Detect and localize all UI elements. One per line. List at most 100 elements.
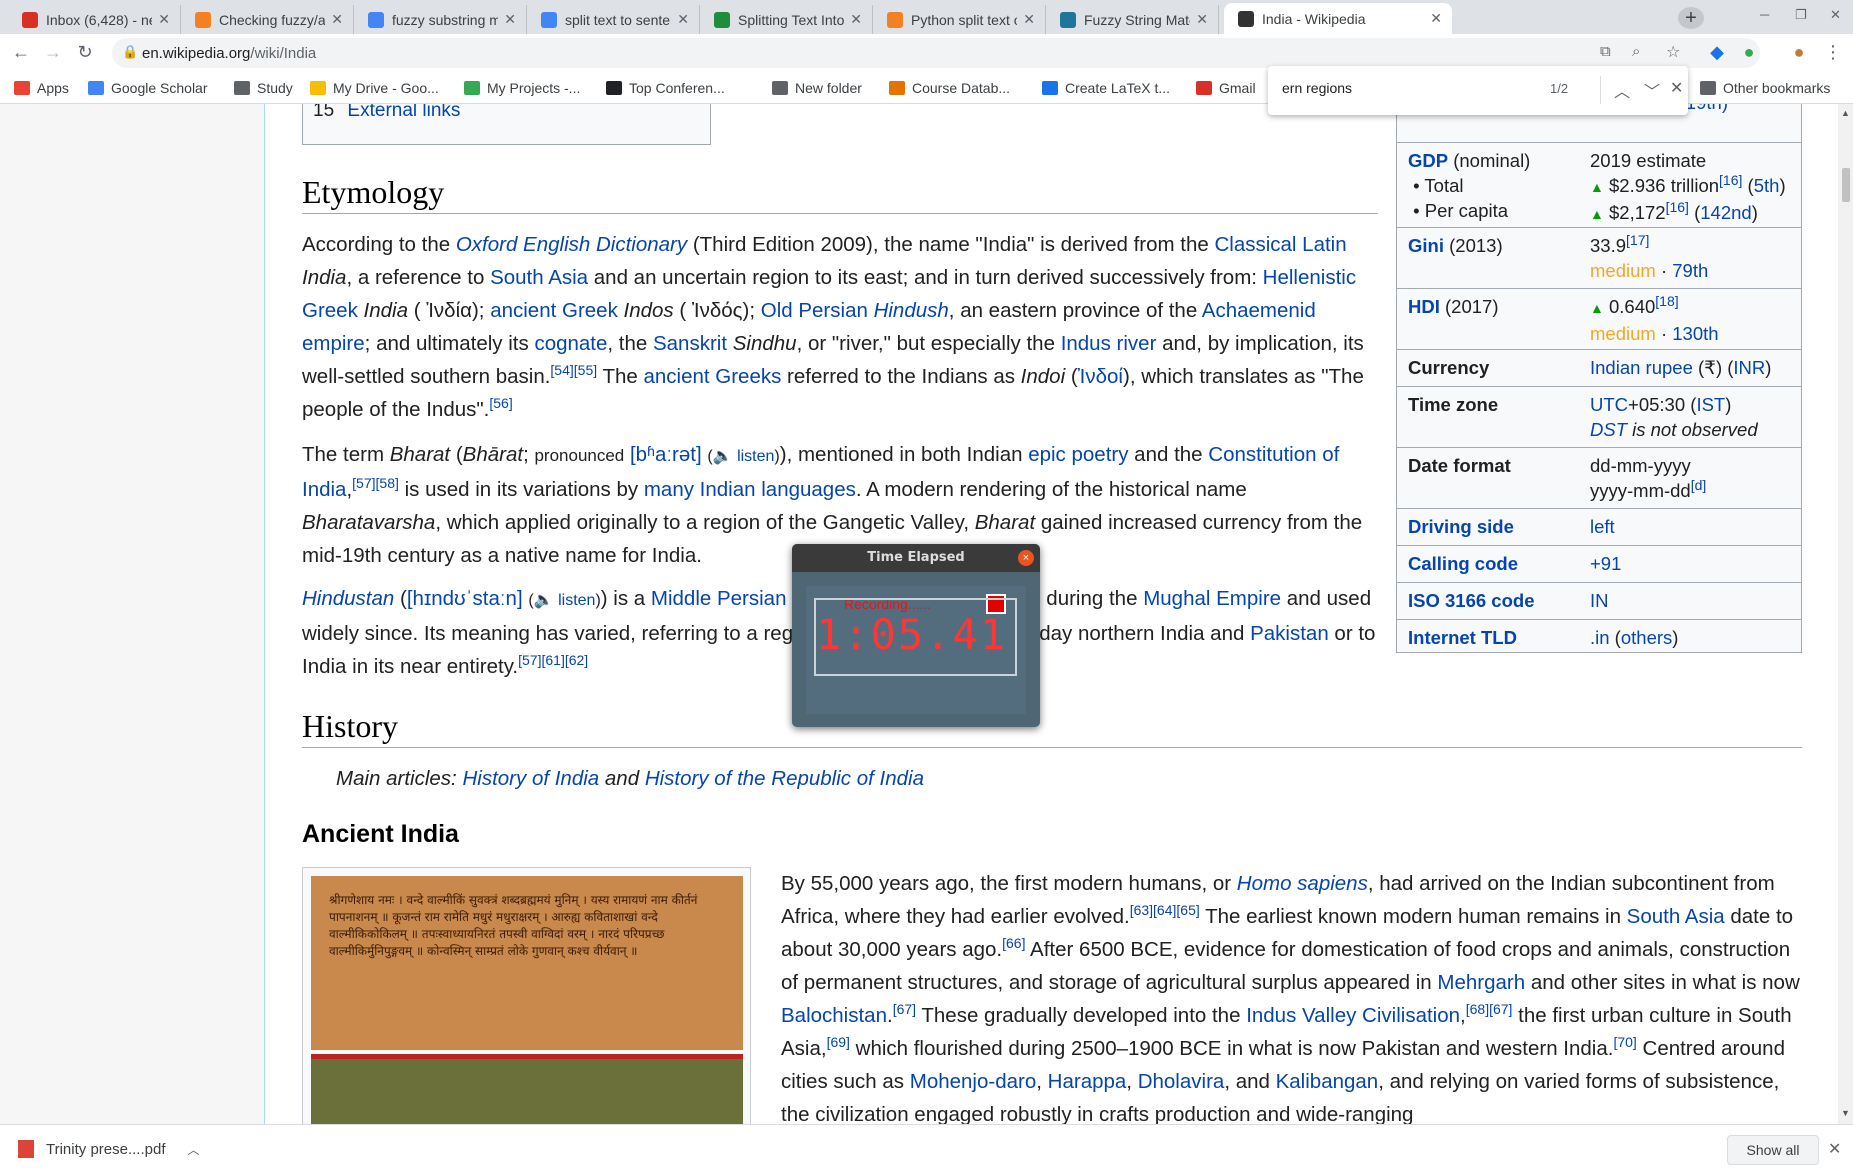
bookmark-icon (1042, 81, 1058, 95)
tab-strip: Inbox (6,428) - neeruc✕Checking fuzzy/ap… (0, 0, 1853, 34)
tab-6[interactable]: Python split text on s ✕ (873, 5, 1046, 34)
tab-5[interactable]: Splitting Text Into Se ✕ (700, 5, 873, 34)
bookmark-7[interactable]: New folder (772, 80, 862, 96)
menu-icon[interactable]: ⋮ (1822, 42, 1844, 63)
bookmark-2[interactable]: Google Scholar (88, 80, 208, 96)
show-all-button[interactable]: Show all (1727, 1135, 1819, 1165)
bookmark-star-icon[interactable]: ☆ (1666, 42, 1680, 62)
tab-2[interactable]: Checking fuzzy/appr ✕ (181, 5, 354, 34)
find-match-count: 1/2 (1550, 81, 1569, 96)
infobox-row: Currency Indian rupee (₹) (INR) (1397, 349, 1801, 386)
infobox-row: ISO 3166 code IN (1397, 582, 1801, 619)
find-prev-icon[interactable]: ︿ (1614, 78, 1630, 102)
infobox: • Per capita▲ $8,378 (119th)GDP (nominal… (1396, 104, 1802, 653)
infobox-label: Gini (2013) (1408, 235, 1503, 256)
tab-7[interactable]: Fuzzy String Matchin ✕ (1046, 5, 1219, 34)
tab-close-icon[interactable]: ✕ (504, 11, 516, 28)
infobox-row: Date format dd-mm-yyyy yyyy-mm-dd[d] (1397, 447, 1801, 508)
close-downloads-icon[interactable]: ✕ (1828, 1139, 1841, 1159)
find-next-icon[interactable]: ﹀ (1644, 78, 1660, 102)
back-icon[interactable]: ← (10, 42, 32, 63)
bookmark-6[interactable]: Top Conferen... (606, 80, 725, 96)
tab-title: Splitting Text Into Se (738, 11, 845, 28)
tab-close-icon[interactable]: ✕ (1023, 11, 1035, 28)
infobox-label: Driving side (1408, 516, 1514, 537)
infobox-value: UTC+05:30 (IST) DST is not observed (1590, 394, 1758, 440)
infobox-value: 2019 estimate ▲ $2.936 trillion[16] (5th)… (1590, 150, 1786, 223)
scroll-down-icon[interactable]: ▼ (1841, 1108, 1850, 1118)
tab-3[interactable]: fuzzy substring matc ✕ (354, 5, 527, 34)
find-input[interactable]: ern regions (1282, 80, 1352, 96)
minimize-icon[interactable]: ─ (1760, 7, 1769, 22)
bookmark-11[interactable]: Other bookmarks (1700, 80, 1830, 96)
manuscript-image[interactable]: श्रीगणेशाय नमः । वन्दे वाल्मीकिं सुवक्त्… (302, 867, 751, 1124)
bookmark-icon (464, 81, 480, 95)
find-separator (1600, 76, 1601, 104)
history-heading: History (302, 708, 1802, 748)
tab-title: Fuzzy String Matchin (1084, 11, 1190, 28)
timer-close-icon[interactable]: × (1018, 550, 1034, 566)
site-icon (714, 11, 730, 28)
zoom-icon[interactable]: ⌕ (1632, 43, 1640, 60)
tab-8[interactable]: India - Wikipedia ✕ (1224, 3, 1452, 34)
reload-icon[interactable]: ↻ (74, 42, 96, 63)
find-bar: ern regions 1/2 ︿ ﹀ ✕ (1268, 66, 1688, 115)
ancient-india-heading: Ancient India (302, 820, 459, 848)
stackoverflow-icon (195, 11, 211, 28)
maximize-icon[interactable]: ❐ (1795, 7, 1807, 23)
forward-icon[interactable]: → (42, 42, 64, 63)
tab-4[interactable]: split text to sentence ✕ (527, 5, 700, 34)
bookmark-4[interactable]: My Drive - Goo... (310, 80, 439, 96)
scroll-up-icon[interactable]: ▲ (1841, 108, 1850, 118)
bookmark-label: My Projects -... (487, 80, 581, 96)
tab-title: Checking fuzzy/appr (219, 11, 326, 28)
infobox-row: Driving side left (1397, 508, 1801, 545)
time-elapsed-window[interactable]: Time Elapsed × Recording...... 1:05.41 (792, 544, 1040, 727)
bookmark-label: Create LaTeX t... (1065, 80, 1171, 96)
url-domain: en.wikipedia.org (142, 45, 251, 62)
download-item[interactable]: Trinity prese....pdf ︿ (18, 1140, 200, 1158)
infobox-label: ISO 3166 code (1408, 590, 1535, 611)
bookmark-10[interactable]: Gmail (1196, 80, 1256, 96)
toc-link-external-links[interactable]: External links (347, 104, 460, 121)
tab-close-icon[interactable]: ✕ (331, 11, 343, 28)
new-tab-button[interactable]: + (1678, 7, 1704, 29)
tab-close-icon[interactable]: ✕ (1196, 11, 1208, 28)
page-scrollbar[interactable]: ▲ ▼ (1838, 104, 1853, 1124)
bookmark-8[interactable]: Course Datab... (889, 80, 1010, 96)
extension-icon[interactable]: ◆ (1706, 42, 1728, 63)
tab-1[interactable]: Inbox (6,428) - neeruc ✕ (8, 5, 181, 34)
infobox-label: Time zone (1408, 394, 1499, 415)
tab-close-icon[interactable]: ✕ (158, 11, 170, 28)
bookmark-label: Study (257, 80, 293, 96)
find-in-page-icon[interactable]: ⧉ (1600, 43, 1611, 60)
bookmark-9[interactable]: Create LaTeX t... (1042, 80, 1170, 96)
pdf-icon (18, 1140, 34, 1158)
page-content: 15 External links Etymology According to… (0, 104, 1853, 1124)
bookmark-1[interactable]: Apps (14, 80, 69, 96)
find-close-icon[interactable]: ✕ (1670, 78, 1683, 98)
infobox-value: ▲ 0.640[18] medium · 130th (1590, 292, 1719, 344)
bookmark-3[interactable]: Study (234, 80, 293, 96)
google-icon (541, 11, 557, 28)
bookmark-label: Course Datab... (912, 80, 1011, 96)
scroll-thumb[interactable] (1842, 168, 1850, 202)
bookmark-label: My Drive - Goo... (333, 80, 439, 96)
infobox-row: Calling code +91 (1397, 545, 1801, 582)
avatar[interactable]: ● (1788, 42, 1810, 63)
tab-close-icon[interactable]: ✕ (850, 11, 862, 28)
tab-close-icon[interactable]: ✕ (1430, 10, 1442, 27)
close-window-icon[interactable]: ✕ (1830, 7, 1841, 23)
infobox-value: 33.9[17] medium · 79th (1590, 231, 1709, 281)
bookmark-label: Other bookmarks (1723, 80, 1831, 96)
grammarly-icon[interactable]: ● (1738, 42, 1760, 63)
infobox-value: IN (1590, 590, 1609, 611)
url-path: /wiki/India (250, 45, 317, 62)
chevron-up-icon[interactable]: ︿ (188, 1141, 200, 1158)
gmail-icon (22, 11, 38, 28)
bookmark-5[interactable]: My Projects -... (464, 80, 580, 96)
bookmark-label: Google Scholar (111, 80, 208, 96)
infobox-label: Internet TLD (1408, 627, 1517, 648)
address-bar[interactable]: 🔒 en.wikipedia.org/wiki/India ⧉ ⌕ ☆ (112, 38, 1760, 68)
tab-close-icon[interactable]: ✕ (677, 11, 689, 28)
